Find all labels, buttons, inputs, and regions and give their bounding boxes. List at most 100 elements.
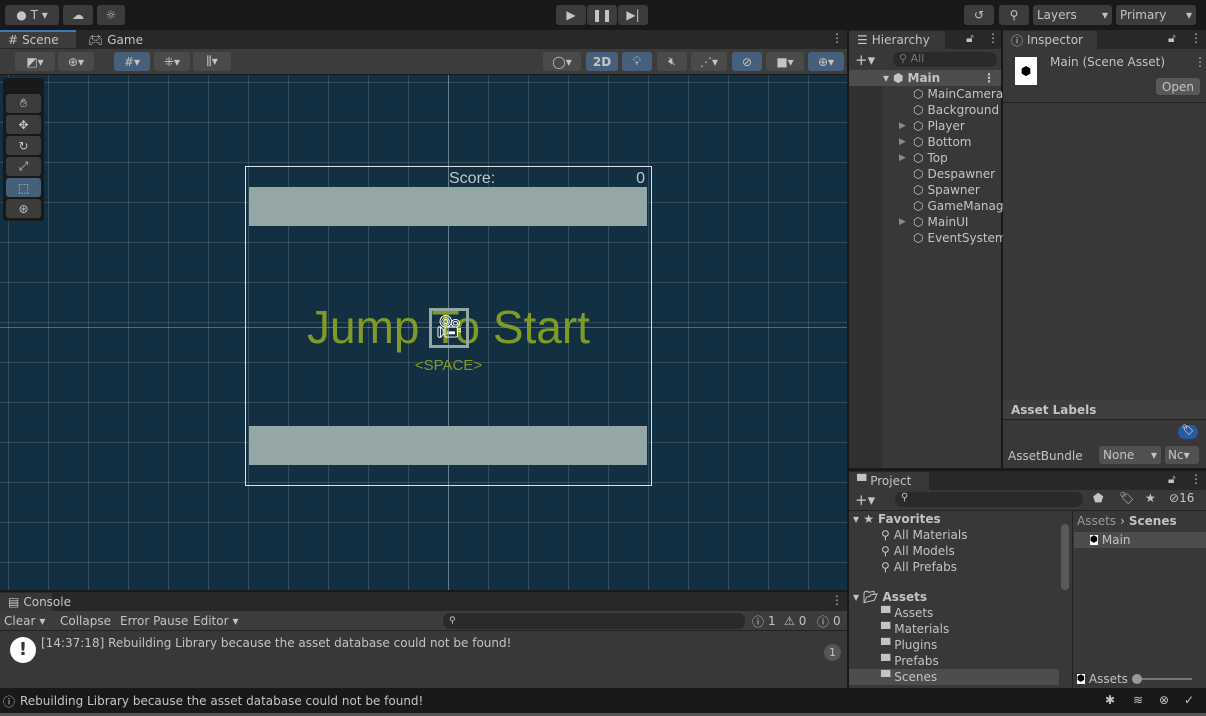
assets-header[interactable]: ▾ 📂︎ Assets [853,589,927,605]
cloud-button[interactable]: ☁ [63,5,93,25]
inspector-menu-icon[interactable]: ⋮ [1190,31,1202,45]
hierarchy-item[interactable]: ⬡ MainCamera [899,86,1003,102]
tab-scene[interactable]: # Scene [0,30,76,48]
filter-type-icon[interactable]: ⬟ [1093,491,1103,505]
check-icon[interactable]: ✓ [1184,693,1194,707]
hidden-packages-button[interactable]: ⊘16 [1169,491,1194,505]
filter-label-icon[interactable]: 🏷︎ [1119,491,1134,505]
hierarchy-item[interactable]: ⬡ EventSystem [899,230,1007,246]
network-icon[interactable]: ⊗ [1159,693,1169,707]
rotate-tool[interactable]: ↻ [6,136,41,155]
favorite-item[interactable]: ⚲ All Prefabs [881,559,957,575]
audio-toggle[interactable]: 🔇︎ [657,52,687,71]
favorite-item[interactable]: ⚲ All Models [881,543,955,559]
folder-item[interactable]: ▀ Assets [849,605,1059,621]
folder-item[interactable]: ▀ Prefabs [849,653,1059,669]
console-search[interactable]: ⚲ [443,613,745,629]
console-icon: ▤ [8,595,20,609]
error-filter[interactable]: ⓘ 0 [817,613,841,629]
scene-root-main[interactable]: ▾ ⬢ Main ⋮ [849,70,1001,86]
draw-mode-dropdown[interactable]: ◩▾ [15,52,55,71]
folder-item[interactable]: ▀ Scenes [849,669,1059,685]
gizmos-dropdown[interactable]: ⊕▾ [808,52,844,71]
hierarchy-item[interactable]: ⬡ Spawner [899,182,980,198]
info-message-icon: ! [10,637,36,663]
globe-dropdown[interactable]: ⊕▾ [58,52,94,71]
camera-dropdown[interactable]: ■▾ [766,52,804,71]
log-filter[interactable]: ⓘ 1 [752,613,776,629]
folder-item[interactable]: ▀ Plugins [849,637,1059,653]
tab-inspector[interactable]: ⓘ Inspector [1003,31,1097,49]
scene-file-icon: ⬢ [1077,674,1085,684]
open-button[interactable]: Open [1156,78,1200,95]
shading-dropdown[interactable]: ◯▾ [543,52,581,71]
hierarchy-menu-icon[interactable]: ⋮ [987,31,999,45]
tree-scrollbar[interactable] [1061,524,1069,590]
scene-menu-icon[interactable]: ⋮ [831,31,843,45]
lighting-toggle[interactable]: 💡︎ [622,52,652,71]
play-button[interactable]: ▶ [556,5,586,25]
clear-button[interactable]: Clear ▾ [4,613,45,629]
add-button[interactable]: +▾ [855,51,875,69]
pause-button[interactable]: ❚❚ [587,5,617,25]
collapse-toggle[interactable]: Collapse [60,613,111,629]
favorites-header[interactable]: ▾ ★ Favorites [853,511,941,527]
hierarchy-item[interactable]: ⬡ Despawner [899,166,995,182]
inspector-lock-icon[interactable]: 🔓︎ [1168,31,1176,46]
hand-tool[interactable]: ✋︎ [6,94,41,113]
scene-view[interactable]: ✋︎ ✥ ↻ ⤢ ⬚ ⊛ Score: 0 Jump To Start <SPA… [0,75,847,590]
hierarchy-item[interactable]: ▶ ⬡ Player [899,118,965,134]
icon-size-slider[interactable] [1131,674,1192,684]
transform-tool[interactable]: ⊛ [6,199,41,218]
tab-console[interactable]: ▤ Console [0,593,71,611]
status-message[interactable]: Rebuilding Library because the asset dat… [20,694,423,708]
warning-filter[interactable]: ⚠ 0 [784,613,806,629]
asset-menu-icon[interactable]: ⋮ [1194,55,1206,69]
console-menu-icon[interactable]: ⋮ [831,593,843,607]
increment-snap-button[interactable]: ⫼▾ [193,52,231,71]
tab-game[interactable]: 🎮︎ Game [80,31,151,49]
error-pause-toggle[interactable]: Error Pause [120,613,188,629]
favorite-item[interactable]: ⚲ All Materials [881,527,968,543]
file-main[interactable]: ⬢ Main [1074,532,1206,548]
step-button[interactable]: ▶| [618,5,648,25]
services-button[interactable]: ☼ [97,5,125,25]
rect-tool[interactable]: ⬚ [6,178,41,197]
camera-gizmo-icon[interactable]: 🎥︎ [429,308,469,348]
editor-dropdown[interactable]: Editor ▾ [193,613,239,629]
bug-icon[interactable]: ✱ [1105,693,1115,707]
label-tag-icon[interactable]: 🏷︎ [1178,425,1198,439]
hierarchy-item[interactable]: ▶ ⬡ Top [899,150,948,166]
favorite-star-icon[interactable]: ★ [1145,491,1156,505]
snap-button[interactable]: ⁜▾ [154,52,190,71]
project-search[interactable]: ⚲ [895,492,1083,507]
hierarchy-item[interactable]: ▶ ⬡ Bottom [899,134,972,150]
hierarchy-item[interactable]: ▶ ⬡ MainUI [899,214,968,230]
move-tool[interactable]: ✥ [6,115,41,134]
grid-snap-button[interactable]: #▾ [114,52,150,71]
project-menu-icon[interactable]: ⋮ [1190,472,1202,486]
tab-project[interactable]: ▀ Project [849,472,929,490]
tab-hierarchy[interactable]: ☰ Hierarchy [849,31,945,49]
scale-tool[interactable]: ⤢ [6,157,41,176]
search-button[interactable]: ⚲ [999,5,1029,25]
unity-scene-icon: ⬢ [893,71,904,85]
visibility-toggle[interactable]: ⊘ [732,52,762,71]
asset-variant-dropdown[interactable]: Nc▾ [1165,446,1199,464]
2d-toggle[interactable]: 2D [586,52,618,71]
lock-icon[interactable]: 🔓︎ [966,31,974,46]
console-message[interactable]: [14:37:18] Rebuilding Library because th… [41,636,511,650]
hierarchy-item[interactable]: ⬡ GameManager [899,198,1016,214]
project-add-button[interactable]: +▾ [855,491,875,509]
hierarchy-search[interactable]: ⚲ All [893,52,997,67]
asset-bundle-dropdown[interactable]: None ▾ [1099,446,1161,464]
project-lock-icon[interactable]: 🔓︎ [1168,472,1176,487]
history-button[interactable]: ↺ [964,5,994,25]
hierarchy-item[interactable]: ⬡ Background [899,102,999,118]
layers-dropdown[interactable]: Layers ▾ [1033,5,1112,25]
folder-item[interactable]: ▀ Materials [849,621,1059,637]
effects-dropdown[interactable]: ⋰▾ [691,52,727,71]
layout-dropdown[interactable]: Primary ▾ [1116,5,1196,25]
account-dropdown[interactable]: ● T ▾ [5,5,59,25]
cache-icon[interactable]: ≋ [1133,693,1143,707]
